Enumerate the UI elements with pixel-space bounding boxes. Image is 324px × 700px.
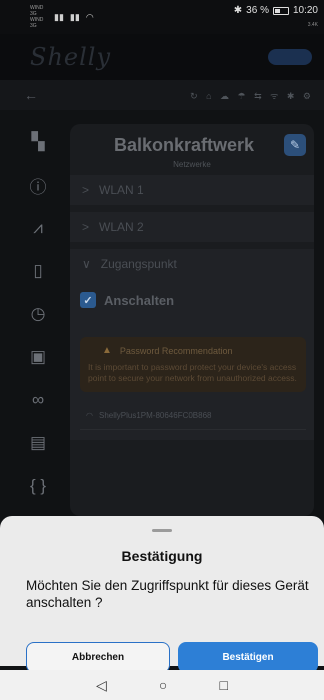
section-wlan-2[interactable]: > WLAN 2 bbox=[70, 212, 314, 242]
drag-handle[interactable] bbox=[152, 529, 172, 532]
calendar-icon[interactable]: ▣ bbox=[18, 339, 58, 375]
battery-percent: 36 % bbox=[246, 5, 269, 16]
chevron-right-icon: > bbox=[82, 183, 90, 197]
chart-icon[interactable]: ⩘ bbox=[18, 210, 58, 246]
page-subtitle: Netzwerke bbox=[173, 160, 211, 169]
clock-time: 10:20 bbox=[292, 5, 318, 16]
password-warning: ▲ Password Recommendation It is importan… bbox=[80, 337, 306, 392]
carrier-line-1: WIND 3G bbox=[30, 5, 44, 17]
chevron-right-icon: > bbox=[82, 220, 90, 234]
confirmation-sheet: Bestätigung Möchten Sie den Zugriffspunk… bbox=[0, 516, 324, 673]
back-arrow-icon[interactable]: ← bbox=[24, 87, 38, 103]
signal-icon: ▮▮ bbox=[54, 11, 64, 22]
section-access-point[interactable]: ∨ Zugangspunkt bbox=[70, 249, 314, 279]
warning-title: Password Recommendation bbox=[119, 345, 233, 356]
device-icon[interactable]: ▚ bbox=[18, 124, 58, 160]
section-wlan-1[interactable]: > WLAN 1 bbox=[70, 175, 314, 205]
section-label: WLAN 2 bbox=[99, 220, 144, 234]
warning-text: It is important to password protect your… bbox=[88, 362, 297, 383]
edit-icon[interactable]: ✎ bbox=[284, 134, 306, 156]
device-toolbar: ← ↻ ⌂ ☁ ☂ ⇆ ᯤ ✱ ⚙ bbox=[0, 80, 324, 110]
section-label: WLAN 1 bbox=[99, 183, 144, 197]
network-settings-panel: Balkonkraftwerk ✎ Netzwerke > WLAN 1 > W… bbox=[70, 124, 314, 516]
back-icon[interactable]: ◁ bbox=[96, 677, 107, 694]
carrier-info: WIND 3G WIND 3G bbox=[30, 5, 48, 29]
home-icon[interactable]: ○ bbox=[159, 677, 167, 693]
confirm-button[interactable]: Bestätigen bbox=[178, 642, 318, 673]
warning-title-row: ▲ Password Recommendation bbox=[88, 345, 298, 356]
chevron-down-icon: ∨ bbox=[82, 257, 91, 271]
wifi-icon: ◠ bbox=[85, 11, 94, 22]
shelly-logo: Shelly bbox=[30, 43, 112, 71]
status-sub-info: 3.4K bbox=[307, 22, 318, 28]
enable-checkbox[interactable]: ✓ bbox=[80, 292, 96, 308]
battery-icon bbox=[272, 6, 289, 15]
signal-icon-2: ▮▮ bbox=[69, 11, 80, 22]
code-icon[interactable]: { } bbox=[18, 468, 58, 504]
bluetooth-icon: ✱ bbox=[233, 5, 243, 16]
status-left: WIND 3G WIND 3G ▮▮ ▮▮ ◠ bbox=[30, 5, 94, 29]
plugin-icon[interactable]: ▤ bbox=[18, 425, 58, 461]
info-icon[interactable]: ⓘ bbox=[18, 167, 58, 203]
dialog-title: Bestätigung bbox=[121, 548, 203, 564]
section-label: Zugangspunkt bbox=[100, 257, 177, 271]
device-title: Balkonkraftwerk bbox=[114, 134, 255, 155]
link-icon[interactable]: ∞ bbox=[18, 382, 58, 418]
access-point-panel: ✓ Anschalten ▲ Password Recommendation I… bbox=[70, 279, 314, 440]
cancel-button[interactable]: Abbrechen bbox=[26, 642, 170, 673]
system-nav-bar: ◁ ○ □ bbox=[0, 670, 324, 700]
ssid-value: ShellyPlus1PM-80646FC0B868 bbox=[98, 411, 212, 420]
enable-label: Anschalten bbox=[104, 292, 175, 308]
status-right: ✱ 36 % 10:20 bbox=[234, 5, 318, 16]
ssid-field[interactable]: ◠ ShellyPlus1PM-80646FC0B868 bbox=[80, 402, 306, 430]
battery-icon[interactable]: ▯ bbox=[18, 253, 58, 289]
header-action-pill[interactable] bbox=[268, 49, 312, 65]
status-bar: WIND 3G WIND 3G ▮▮ ▮▮ ◠ ✱ 36 % 10:20 3.4… bbox=[0, 0, 324, 34]
recents-icon[interactable]: □ bbox=[219, 677, 227, 693]
warning-icon: ▲ bbox=[102, 345, 112, 356]
clock-icon[interactable]: ◷ bbox=[18, 296, 58, 332]
wifi-icon: ◠ bbox=[86, 411, 93, 420]
enable-access-point-row[interactable]: ✓ Anschalten bbox=[80, 285, 306, 315]
app-header: Shelly bbox=[0, 34, 324, 80]
dialog-message: Möchten Sie den Zugriffspunkt für dieses… bbox=[26, 578, 309, 610]
device-sidebar: ▚ ⓘ ⩘ ▯ ◷ ▣ ∞ ▤ { } bbox=[18, 124, 58, 514]
carrier-line-2: WIND 3G bbox=[30, 17, 44, 29]
toolbar-status-icons: ↻ ⌂ ☁ ☂ ⇆ ᯤ ✱ ⚙ bbox=[190, 90, 314, 101]
